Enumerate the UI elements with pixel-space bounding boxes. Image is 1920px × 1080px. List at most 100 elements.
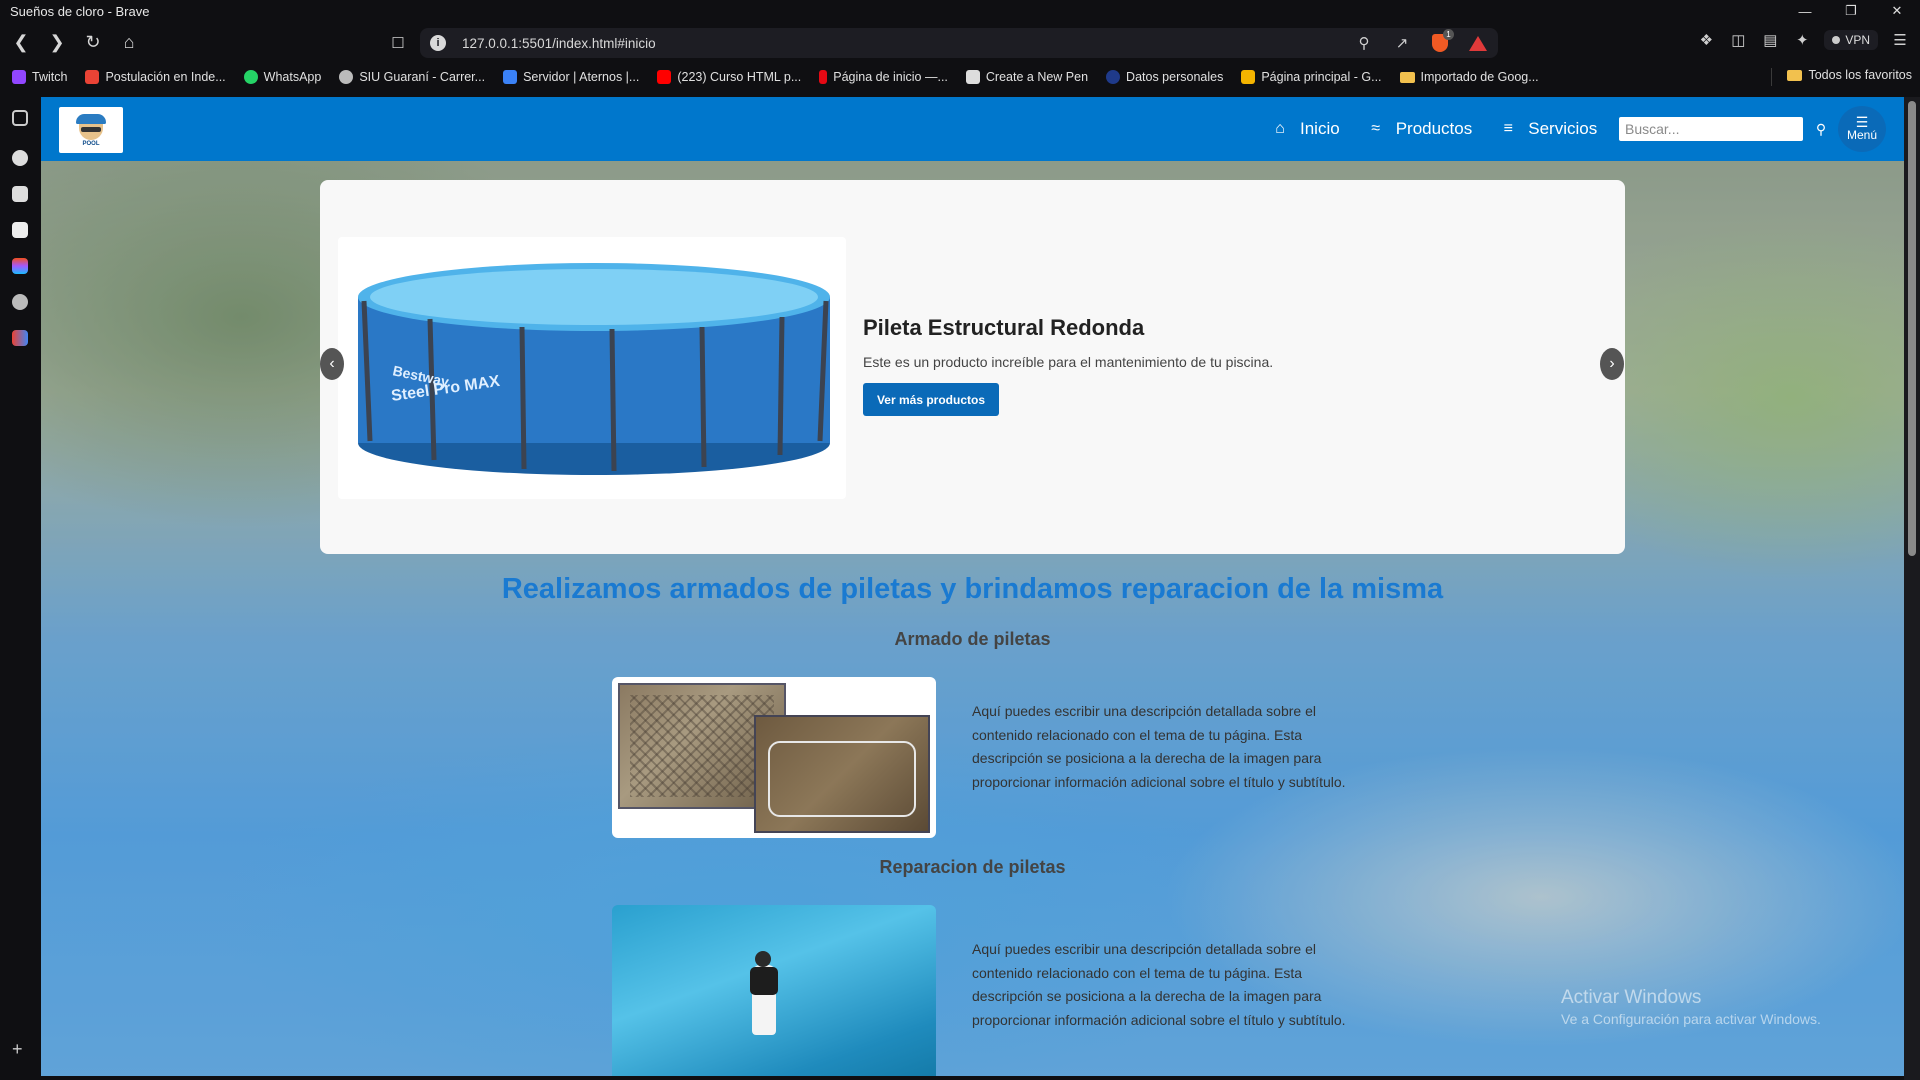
globe-icon [339,70,354,84]
chatgpt-icon[interactable] [12,150,28,166]
openai-icon[interactable] [12,186,28,202]
site-info-icon[interactable]: i [430,35,446,51]
section-title-armado: Armado de piletas [894,629,1051,649]
nav-inicio[interactable]: ⌂ Inicio [1270,119,1340,139]
shields-badge: 1 [1443,29,1454,40]
home-icon: ⌂ [1275,120,1285,137]
webflow-icon[interactable] [12,222,28,238]
carousel-next-icon[interactable]: › [1600,348,1624,380]
product-carousel: Bestway Steel Pro MAX Pileta Estructural… [320,180,1625,554]
add-panel-icon[interactable]: + [12,1040,28,1058]
google-drive-icon [1241,70,1256,84]
reload-icon[interactable]: ↻ [78,27,108,57]
browser-toolbar: ❮ ❯ ↻ ⌂ ☐ i 127.0.0.1:5501/index.html#in… [0,22,1920,62]
profile-icon [1106,70,1121,84]
worker-torso [750,967,778,995]
section-text-armado: Aquí puedes escribir una descripción det… [972,703,1346,790]
logo-text: POOL [82,140,100,147]
folder-icon [1787,69,1803,81]
carousel-prev-icon[interactable]: ‹ [320,348,344,380]
codepen-icon [965,70,980,84]
zoom-icon[interactable]: ⚲ [1354,33,1374,53]
nav-servicios[interactable]: ≡ Servicios [1498,119,1598,139]
logo-face [79,123,103,140]
folder-icon [1399,71,1415,83]
vpn-status-icon [1832,36,1841,44]
menu-button[interactable]: ☰ Menú [1838,106,1886,152]
section-title-reparacion: Reparacion de piletas [879,857,1066,877]
aternos-icon [503,70,518,84]
twitch-icon [12,70,26,84]
brave-shields-icon[interactable]: 1 [1430,29,1454,53]
browser-sidebar: + [0,92,41,1080]
address-bar-actions: ⚲ ↗ 1 [1354,29,1488,53]
pool-image: Bestway Steel Pro MAX [358,263,830,475]
search-button[interactable]: ⚲ [1808,117,1834,141]
share-icon[interactable]: ↗ [1392,33,1412,53]
ver-mas-productos-button[interactable]: Ver más productos [863,383,999,416]
restore-icon[interactable]: ❐ [1828,0,1874,22]
panel-toggle-icon[interactable] [12,110,28,126]
bookmark-icon[interactable]: ☐ [388,33,408,53]
close-icon[interactable]: ✕ [1874,0,1920,22]
windows-activation-watermark: Activar Windows Ve a Configuración para … [1561,987,1821,1027]
site-logo[interactable]: POOL [59,107,123,153]
section-text-reparacion: Aquí puedes escribir una descripción det… [972,941,1346,1028]
reparacion-image-card [612,905,936,1080]
armado-image-card [612,677,936,838]
bookmark-importado[interactable]: Importado de Goog... [1399,70,1539,84]
search-input[interactable] [1619,117,1803,141]
bookmark-codepen[interactable]: Create a New Pen [965,70,1088,84]
site-navbar: POOL ⌂Inicio ≈Productos ≡Servicios ⚲ ☰Me… [41,97,1904,161]
address-url[interactable]: 127.0.0.1:5501/index.html#inicio [462,36,656,51]
bookmark-aternos[interactable]: Servidor | Aternos |... [503,70,639,84]
bookmark-siu[interactable]: SIU Guaraní - Carrer... [339,70,485,84]
logo-hat [76,113,106,124]
globe-icon[interactable] [12,294,28,310]
bookmark-twitch[interactable]: Twitch [12,70,67,84]
window-controls: — ❐ ✕ [1782,0,1920,22]
bookmark-drive[interactable]: Página principal - G... [1241,70,1382,84]
bookmark-postulacion[interactable]: Postulación en Inde... [85,70,226,84]
main-heading: Realizamos armados de piletas y brindamo… [501,573,1444,605]
bookmark-netflix[interactable]: Página de inicio —... [819,70,948,84]
wallet-icon[interactable]: ▤ [1760,30,1780,50]
forward-icon[interactable]: ❯ [42,27,72,57]
construction-photo-2 [754,715,930,833]
bookmark-datos[interactable]: Datos personales [1106,70,1223,84]
slide-title: Pileta Estructural Redonda [863,315,1145,340]
window-title: Sueños de cloro - Brave [10,3,150,19]
nav-links: ⌂ Inicio ≈ Productos ≡ Servicios [1270,97,1597,161]
slide-description: Este es un producto increíble para el ma… [863,354,1274,370]
netflix-icon [819,70,828,84]
vpn-label: VPN [1845,33,1870,47]
product-image: Bestway Steel Pro MAX [338,237,846,499]
gmail-icon[interactable] [12,330,28,346]
home-icon[interactable]: ⌂ [114,27,144,57]
web-page: POOL ⌂Inicio ≈Productos ≡Servicios ⚲ ☰Me… [41,97,1904,1080]
worker-head [755,951,771,967]
extensions-icon[interactable]: ❖ [1696,30,1716,50]
bookmarks-divider [1771,68,1772,86]
bookmark-whatsapp[interactable]: WhatsApp [243,70,321,84]
back-icon[interactable]: ❮ [6,27,36,57]
nav-productos[interactable]: ≈ Productos [1366,119,1472,139]
bookmark-all-favorites[interactable]: Todos los favoritos [1787,68,1912,82]
browser-menu-icon[interactable]: ☰ [1890,30,1910,50]
youtube-icon [657,70,672,84]
minimize-icon[interactable]: — [1782,0,1828,22]
leo-ai-icon[interactable]: ✦ [1792,30,1812,50]
swimmer-icon: ≈ [1371,120,1381,137]
page-scrollbar[interactable] [1904,97,1920,1080]
sidebar-toggle-icon[interactable]: ◫ [1728,30,1748,50]
vpn-button[interactable]: VPN [1824,30,1878,50]
scrollbar-thumb[interactable] [1908,101,1916,556]
water-icon: ≡ [1503,120,1513,137]
address-bar[interactable]: i 127.0.0.1:5501/index.html#inicio ⚲ ↗ 1 [420,28,1498,58]
gmail-icon [85,70,100,84]
bookmark-youtube[interactable]: (223) Curso HTML p... [657,70,801,84]
figma-icon[interactable] [12,258,28,274]
hamburger-icon: ☰ [1855,114,1869,130]
brave-rewards-icon[interactable] [1468,33,1488,53]
bottom-border [41,1076,1904,1080]
